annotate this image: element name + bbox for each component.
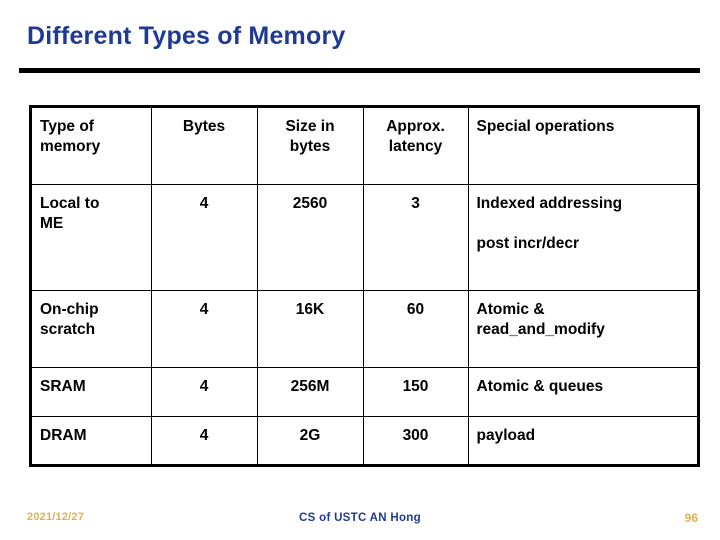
column-header-latency: Approx. latency xyxy=(362,108,469,185)
title-divider xyxy=(19,68,700,73)
column-header-bytes: Bytes xyxy=(150,108,258,185)
cell-type: SRAM xyxy=(32,366,152,417)
cell-latency: 60 xyxy=(362,289,469,368)
cell-operations-line1: Atomic & queues xyxy=(476,377,604,395)
cell-bytes: 4 xyxy=(150,289,258,368)
cell-type-line1: On-chip xyxy=(40,300,99,318)
cell-size: 2560 xyxy=(256,183,364,291)
footer-page-number: 96 xyxy=(684,511,698,525)
cell-operations-line1: Indexed addressing xyxy=(476,194,623,212)
cell-size: 256M xyxy=(256,366,364,417)
cell-type-line1: DRAM xyxy=(40,426,87,444)
column-header-operations: Special operations xyxy=(467,108,697,185)
footer-course-label: CS of USTC AN Hong xyxy=(299,512,421,524)
cell-operations-line2: post incr/decr xyxy=(476,234,580,252)
cell-type: On-chip scratch xyxy=(32,289,152,368)
column-header-size-line2: bytes xyxy=(289,138,331,155)
cell-type-line1: SRAM xyxy=(40,377,86,395)
table-row: DRAM 4 2G 300 payload xyxy=(32,415,697,464)
column-header-size-line1: Size in xyxy=(285,118,335,135)
cell-latency: 300 xyxy=(362,415,469,464)
cell-operations-line2: read_and_modify xyxy=(476,320,605,338)
column-header-latency-line1: Approx. xyxy=(386,118,445,135)
table-row: SRAM 4 256M 150 Atomic & queues xyxy=(32,366,697,417)
column-header-size: Size in bytes xyxy=(256,108,364,185)
cell-type: Local to ME xyxy=(32,183,152,291)
cell-type-line2: scratch xyxy=(40,320,96,338)
column-header-type-line1: Type of xyxy=(40,118,94,135)
cell-latency: 3 xyxy=(362,183,469,291)
page-title: Different Types of Memory xyxy=(27,22,346,50)
cell-bytes: 4 xyxy=(150,415,258,464)
cell-type-line1: Local to xyxy=(40,194,100,212)
slide-canvas: Different Types of Memory Type of memory… xyxy=(0,0,720,540)
column-header-type: Type of memory xyxy=(32,108,152,185)
cell-operations: Atomic & read_and_modify xyxy=(467,289,697,368)
memory-types-table: Type of memory Bytes Size in bytes Appro… xyxy=(29,105,700,467)
cell-bytes: 4 xyxy=(150,366,258,417)
cell-type: DRAM xyxy=(32,415,152,464)
cell-operations: Atomic & queues xyxy=(467,366,697,417)
cell-size: 16K xyxy=(256,289,364,368)
cell-type-line2: ME xyxy=(40,214,64,232)
column-header-type-line2: memory xyxy=(40,138,101,155)
column-header-latency-line2: latency xyxy=(388,138,443,155)
cell-latency: 150 xyxy=(362,366,469,417)
cell-operations: Indexed addressing post incr/decr xyxy=(467,183,697,291)
table-row: Local to ME 4 2560 3 Indexed addressing … xyxy=(32,183,697,291)
cell-operations-line1: Atomic & xyxy=(476,300,545,318)
cell-operations-line1: payload xyxy=(476,426,536,444)
table-row: On-chip scratch 4 16K 60 Atomic & read_a… xyxy=(32,289,697,368)
cell-operations: payload xyxy=(467,415,697,464)
cell-bytes: 4 xyxy=(150,183,258,291)
table-header-row: Type of memory Bytes Size in bytes Appro… xyxy=(32,108,697,185)
cell-size: 2G xyxy=(256,415,364,464)
